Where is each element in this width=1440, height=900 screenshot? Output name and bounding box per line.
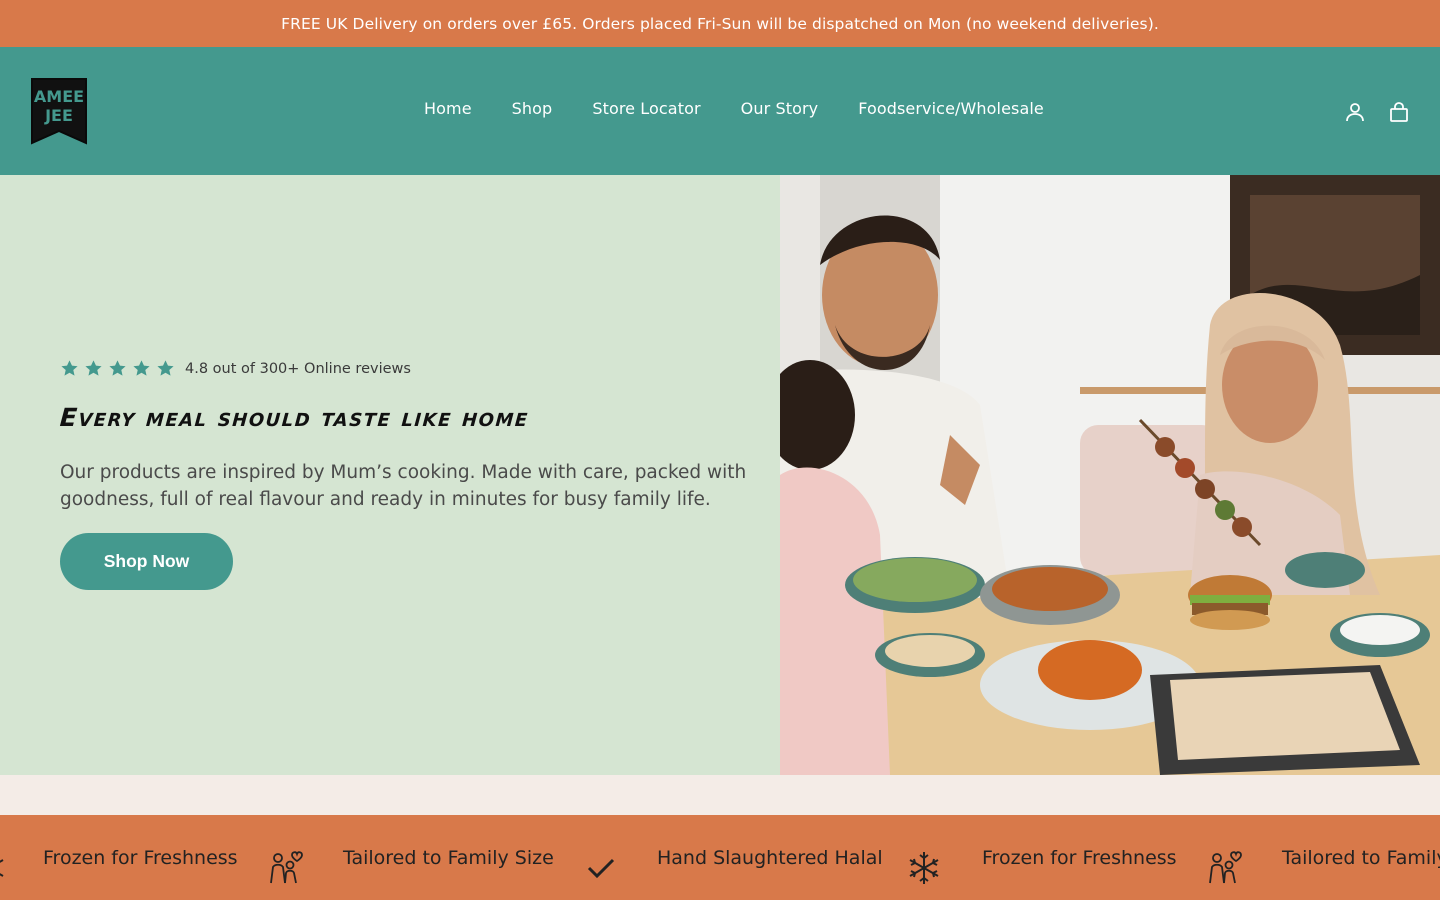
family-meal-illustration xyxy=(780,175,1440,775)
star-icon xyxy=(85,360,102,376)
star-icon xyxy=(109,360,126,376)
feature-label: Tailored to Family Size xyxy=(343,846,554,869)
nav-our-story[interactable]: Our Story xyxy=(741,99,819,118)
feature-label: Hand Slaughtered Halal xyxy=(657,846,883,869)
feature-label: Frozen for Freshness xyxy=(982,846,1177,869)
rating-stars: 4.8 out of 300+ Online reviews xyxy=(60,359,411,378)
nav-store-locator[interactable]: Store Locator xyxy=(592,99,700,118)
feature-band: Frozen for Freshness Tailored to Family … xyxy=(0,815,1440,900)
announcement-bar: FREE UK Delivery on orders over £65. Ord… xyxy=(0,0,1440,47)
hero-description: Our products are inspired by Mum’s cooki… xyxy=(60,462,747,510)
feature-item: Frozen for Freshness xyxy=(43,815,238,900)
shop-now-button[interactable]: Shop Now xyxy=(60,533,233,590)
star-icon xyxy=(157,360,174,376)
feature-item: Tailored to Family xyxy=(1282,815,1440,900)
nav-shop[interactable]: Shop xyxy=(512,99,553,118)
rating-text: 4.8 out of 300+ Online reviews xyxy=(185,360,411,377)
svg-text:JEE: JEE xyxy=(44,106,73,125)
feature-item: Frozen for Freshness xyxy=(982,815,1177,900)
announcement-text: FREE UK Delivery on orders over £65. Ord… xyxy=(281,14,1159,33)
hero-headline: Every meal should taste like home xyxy=(58,403,530,432)
snowflake-icon xyxy=(0,849,8,887)
family-icon xyxy=(266,849,304,887)
nav-home[interactable]: Home xyxy=(424,99,472,118)
hero-content: 4.8 out of 300+ Online reviews Every mea… xyxy=(0,175,780,775)
star-icon xyxy=(61,360,78,376)
cart-icon[interactable] xyxy=(1388,101,1410,123)
site-header: AMEE JEE Home Shop Store Locator Our Sto… xyxy=(0,47,1440,175)
star-icon xyxy=(133,360,150,376)
nav-foodservice-wholesale[interactable]: Foodservice/Wholesale xyxy=(858,99,1044,118)
feature-label: Frozen for Freshness xyxy=(43,846,238,869)
feature-label: Tailored to Family xyxy=(1282,846,1440,869)
account-icon[interactable] xyxy=(1344,101,1366,123)
family-icon xyxy=(1205,849,1243,887)
hero-image xyxy=(780,175,1440,775)
main-nav: Home Shop Store Locator Our Story Foodse… xyxy=(424,99,1044,118)
feature-item: Hand Slaughtered Halal xyxy=(657,815,883,900)
checkmark-icon xyxy=(582,849,620,887)
snowflake-icon xyxy=(905,849,943,887)
svg-text:AMEE: AMEE xyxy=(34,87,84,106)
brand-logo[interactable]: AMEE JEE xyxy=(28,75,90,149)
feature-item: Tailored to Family Size xyxy=(343,815,554,900)
